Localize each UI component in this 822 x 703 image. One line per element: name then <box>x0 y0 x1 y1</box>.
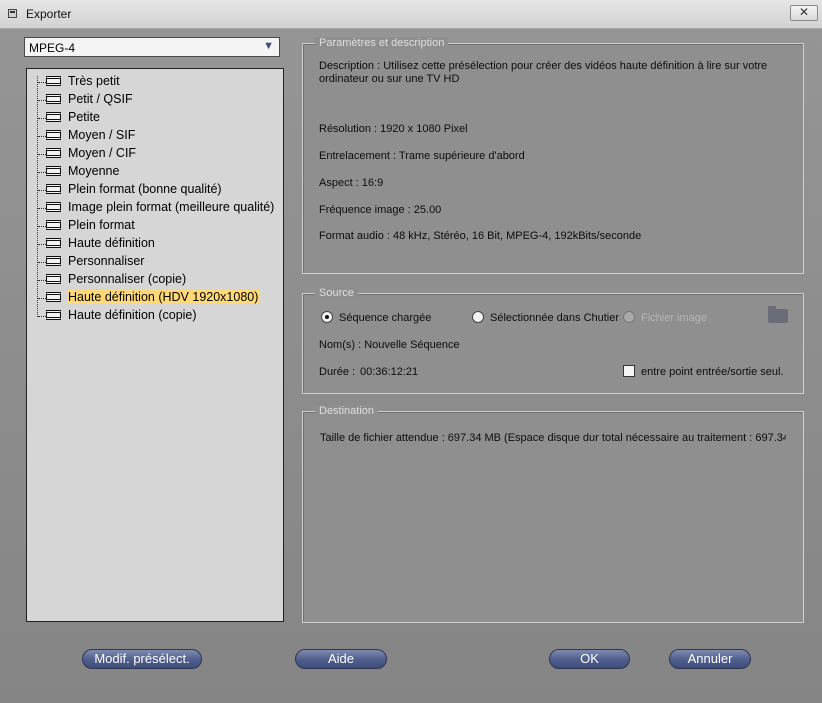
inout-only-label[interactable]: entre point entrée/sortie seul. <box>641 366 783 378</box>
film-strip-icon <box>46 202 61 212</box>
preset-list[interactable]: Très petit Petit / QSIF Petite Moyen / SIF M… <box>26 68 284 622</box>
preset-item-label: Plein format <box>68 218 135 232</box>
preset-item[interactable]: Moyenne <box>27 163 283 181</box>
preset-item[interactable]: Personnaliser <box>27 253 283 271</box>
preset-item-label: Moyen / SIF <box>68 128 136 142</box>
format-dropdown-value: MPEG-4 <box>29 41 76 55</box>
source-group-legend: Source <box>315 287 358 299</box>
preset-item-label: Image plein format (meilleure qualité) <box>68 200 275 214</box>
film-strip-icon <box>46 148 61 158</box>
description-line-1: Description : Utilisez cette présélectio… <box>319 60 768 72</box>
title-bar: Exporter ✕ <box>0 0 822 29</box>
radio-loaded-sequence[interactable] <box>321 311 333 323</box>
interlace-text: Entrelacement : Trame supérieure d'abord <box>319 150 525 162</box>
preset-item-label: Personnaliser <box>68 254 145 268</box>
tree-branch-line <box>38 118 46 119</box>
film-strip-icon <box>46 256 61 266</box>
preset-item-label: Haute définition <box>68 236 155 250</box>
preset-item-label: Moyen / CIF <box>68 146 137 160</box>
preset-item[interactable]: Plein format (bonne qualité) <box>27 181 283 199</box>
framerate-text: Fréquence image : 25.00 <box>319 204 442 216</box>
inout-only-checkbox[interactable] <box>623 365 635 377</box>
tree-branch-line <box>38 154 46 155</box>
film-strip-icon <box>46 292 61 302</box>
radio-selected-in-bin[interactable] <box>472 311 484 323</box>
expected-file-size-text: Taille de fichier attendue : 697.34 MB (… <box>320 432 786 444</box>
duration-value: 00:36:12:21 <box>360 366 419 378</box>
tree-branch-line <box>38 136 46 137</box>
aspect-text: Aspect : 16:9 <box>319 177 384 189</box>
preset-item-label: Petite <box>68 110 100 124</box>
sequence-names-text: Nom(s) : Nouvelle Séquence <box>319 339 460 351</box>
preset-item[interactable]: Haute définition (HDV 1920x1080) <box>27 289 283 307</box>
preset-item[interactable]: Plein format <box>27 217 283 235</box>
film-strip-icon <box>46 76 61 86</box>
preset-item-label: Très petit <box>68 74 120 88</box>
description-line-2: ordinateur ou sur une TV HD <box>319 73 460 85</box>
preset-item-label: Haute définition (HDV 1920x1080) <box>67 290 260 304</box>
window-title: Exporter <box>26 7 72 21</box>
tree-branch-line <box>38 298 46 299</box>
format-dropdown[interactable]: MPEG-4 ▼ <box>24 37 280 57</box>
film-strip-icon <box>46 274 61 284</box>
film-strip-icon <box>46 238 61 248</box>
tree-branch-line <box>38 82 46 83</box>
cancel-button[interactable]: Annuler <box>669 649 751 669</box>
preset-item[interactable]: Haute définition <box>27 235 283 253</box>
preset-item[interactable]: Personnaliser (copie) <box>27 271 283 289</box>
resolution-text: Résolution : 1920 x 1080 Pixel <box>319 123 468 135</box>
film-strip-icon <box>46 310 61 320</box>
preset-item[interactable]: Haute définition (copie) <box>27 307 283 325</box>
radio-image-file <box>623 311 635 323</box>
ok-button[interactable]: OK <box>549 649 630 669</box>
duration-label: Durée : <box>319 366 356 378</box>
preset-item[interactable]: Image plein format (meilleure qualité) <box>27 199 283 217</box>
film-strip-icon <box>46 112 61 122</box>
tree-branch-line <box>38 226 46 227</box>
preset-item-label: Haute définition (copie) <box>68 308 197 322</box>
tree-branch-line <box>38 190 46 191</box>
radio-loaded-sequence-label[interactable]: Séquence chargée <box>339 312 431 324</box>
preset-item-label: Petit / QSIF <box>68 92 133 106</box>
film-strip-icon <box>46 94 61 104</box>
folder-icon[interactable] <box>768 306 788 323</box>
window-menu-icon[interactable] <box>8 9 17 18</box>
preset-item[interactable]: Moyen / CIF <box>27 145 283 163</box>
tree-branch-line <box>38 172 46 173</box>
radio-selected-in-bin-label[interactable]: Sélectionnée dans Chutier <box>490 312 619 324</box>
film-strip-icon <box>46 130 61 140</box>
help-button[interactable]: Aide <box>295 649 387 669</box>
destination-group-legend: Destination <box>315 405 379 417</box>
close-button[interactable]: ✕ <box>790 5 818 21</box>
tree-branch-line <box>38 280 46 281</box>
preset-item-label: Moyenne <box>68 164 120 178</box>
preset-item[interactable]: Moyen / SIF <box>27 127 283 145</box>
radio-image-file-label: Fichier image <box>641 312 708 324</box>
preset-item-label: Plein format (bonne qualité) <box>68 182 222 196</box>
parameters-group-legend: Paramètres et description <box>315 37 449 49</box>
preset-item[interactable]: Petit / QSIF <box>27 91 283 109</box>
film-strip-icon <box>46 220 61 230</box>
preset-item-label: Personnaliser (copie) <box>68 272 187 286</box>
tree-branch-line <box>38 316 46 317</box>
tree-branch-line <box>38 244 46 245</box>
audio-format-text: Format audio : 48 kHz, Stéréo, 16 Bit, M… <box>319 230 642 242</box>
tree-branch-line <box>38 208 46 209</box>
tree-branch-line <box>38 262 46 263</box>
modify-preset-button[interactable]: Modif. présélect. <box>82 649 202 669</box>
chevron-down-icon[interactable]: ▼ <box>263 40 274 52</box>
preset-item[interactable]: Petite <box>27 109 283 127</box>
tree-branch-line <box>38 100 46 101</box>
preset-item[interactable]: Très petit <box>27 73 283 91</box>
film-strip-icon <box>46 184 61 194</box>
film-strip-icon <box>46 166 61 176</box>
